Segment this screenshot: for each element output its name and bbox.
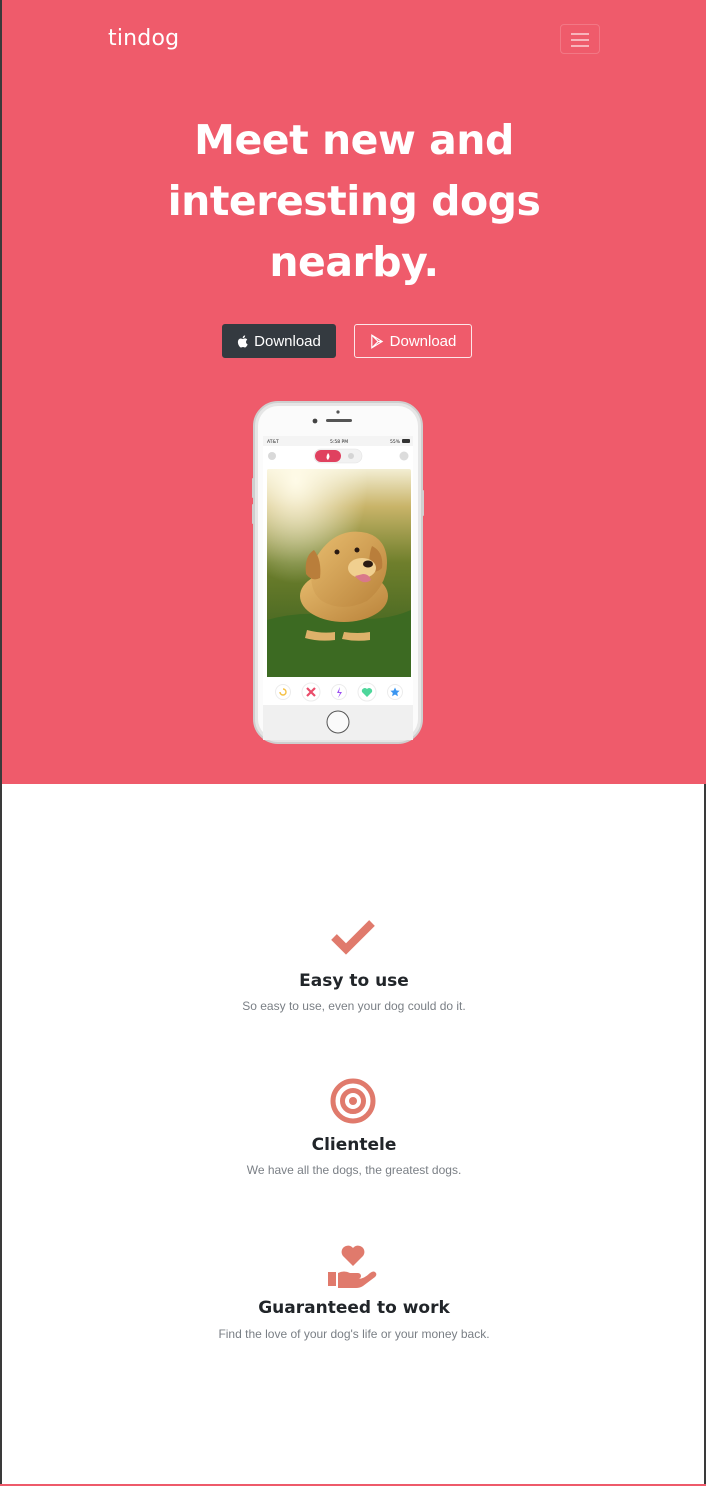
rewind-icon bbox=[275, 684, 291, 700]
navbar-toggler-button[interactable] bbox=[560, 24, 600, 54]
google-play-download-button[interactable]: Download bbox=[354, 324, 472, 358]
brand-logo-link[interactable]: tindog bbox=[108, 26, 179, 51]
check-icon bbox=[331, 920, 375, 955]
phone-mockup-image: AT&T 5:58 PM 55% bbox=[252, 401, 424, 744]
feature-title: Clientele bbox=[311, 1135, 397, 1155]
phone-time: 5:58 PM bbox=[330, 439, 348, 445]
bullseye-icon bbox=[330, 1078, 376, 1124]
feature-description: So easy to use, even your dog could do i… bbox=[242, 999, 466, 1013]
phone-home-button bbox=[326, 710, 350, 734]
google-play-download-label: Download bbox=[389, 332, 457, 350]
hand-holding-heart-icon bbox=[328, 1245, 377, 1288]
phone-battery: 55% bbox=[390, 439, 401, 445]
feature-title: Guaranteed to work bbox=[258, 1298, 450, 1318]
feature-description: We have all the dogs, the greatest dogs. bbox=[246, 1163, 462, 1177]
phone-carrier: AT&T bbox=[267, 439, 279, 445]
apple-icon bbox=[238, 334, 248, 348]
google-play-icon bbox=[370, 333, 383, 349]
feature-title: Easy to use bbox=[299, 971, 409, 991]
feature-description: Find the love of your dog's life or your… bbox=[218, 1327, 490, 1341]
phone-profile-icon bbox=[268, 452, 276, 460]
hero-title: Meet new and interesting dogs nearby. bbox=[167, 116, 541, 286]
apple-download-button[interactable]: Download bbox=[222, 324, 336, 358]
hero-section: tindog Meet new and interesting dogs nea… bbox=[2, 0, 706, 784]
phone-chat-icon bbox=[399, 451, 409, 461]
apple-download-label: Download bbox=[254, 332, 321, 350]
